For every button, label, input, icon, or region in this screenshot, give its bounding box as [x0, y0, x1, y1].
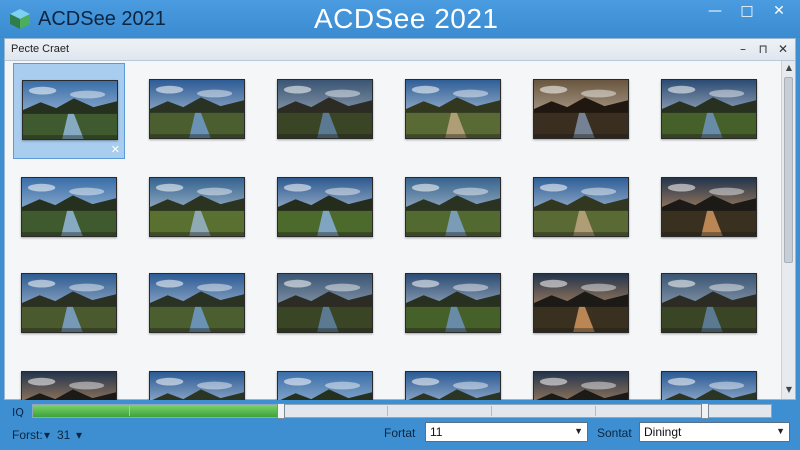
- thumbnail-cell[interactable]: [653, 257, 765, 353]
- thumbnail-cell[interactable]: [269, 161, 381, 257]
- thumbnail-cell[interactable]: [141, 63, 253, 159]
- thumbnail-cell[interactable]: ✕: [13, 63, 125, 159]
- format-select-value: 11: [430, 425, 443, 439]
- panel-close-icon[interactable]: ✕: [777, 41, 789, 57]
- title-bar: ACDSee 2021 ACDSee 2021 — □ ✕: [0, 0, 800, 38]
- thumbnail-image[interactable]: [533, 177, 629, 237]
- panel-pin-icon[interactable]: ⊓: [757, 41, 769, 57]
- sort-select-value: Diningt: [644, 425, 682, 439]
- browse-panel: Pecte Craet – ⊓ ✕ ✕ ▲ ▼: [4, 38, 796, 401]
- acdsee-logo-icon: [10, 9, 30, 29]
- thumbnail-cell[interactable]: [141, 355, 253, 401]
- minimize-button[interactable]: —: [702, 0, 728, 22]
- thumbnail-image[interactable]: [149, 273, 245, 333]
- thumbnail-image[interactable]: [149, 79, 245, 139]
- panel-title: Pecte Craet: [11, 43, 70, 55]
- panel-header: Pecte Craet – ⊓ ✕: [5, 39, 795, 61]
- font-value[interactable]: 31: [57, 428, 70, 442]
- zoom-slider[interactable]: [32, 403, 772, 419]
- thumbnail-cell[interactable]: [141, 161, 253, 257]
- thumbnail-cell[interactable]: [525, 257, 637, 353]
- thumbnail-cell[interactable]: [397, 257, 509, 353]
- bottom-bar: IQ Forst: ▾ 31 ▾ Fortat 11 ▼ Sontat Dini…: [0, 400, 800, 450]
- chevron-down-icon: ▼: [574, 426, 583, 436]
- zoom-tick: [387, 406, 388, 416]
- zoom-tick: [491, 406, 492, 416]
- font-value-arrow-icon[interactable]: ▾: [76, 428, 82, 442]
- window-controls: — □ ✕: [702, 0, 792, 22]
- thumbnail-cell[interactable]: [269, 63, 381, 159]
- thumbnail-image[interactable]: [277, 177, 373, 237]
- thumbnail-image[interactable]: [277, 79, 373, 139]
- zoom-secondary-handle[interactable]: [701, 403, 709, 419]
- thumbnail-cell[interactable]: [653, 355, 765, 401]
- sort-label: Sontat: [597, 426, 632, 440]
- window-title: ACDSee 2021: [314, 3, 499, 34]
- thumbnail-grid: ✕: [9, 63, 777, 401]
- panel-controls: – ⊓ ✕: [737, 41, 789, 57]
- thumbnail-image[interactable]: [277, 273, 373, 333]
- vertical-scrollbar[interactable]: ▲ ▼: [781, 61, 795, 399]
- thumbnail-image[interactable]: [277, 371, 373, 401]
- thumbnail-image[interactable]: [149, 177, 245, 237]
- thumbnail-image[interactable]: [661, 79, 757, 139]
- thumbnail-cell[interactable]: [397, 355, 509, 401]
- scroll-down-icon[interactable]: ▼: [782, 385, 796, 397]
- chevron-down-icon: ▼: [776, 426, 785, 436]
- thumbnail-cell[interactable]: [525, 161, 637, 257]
- thumbnail-image[interactable]: [533, 273, 629, 333]
- panel-minimize-icon[interactable]: –: [737, 41, 749, 57]
- format-label: Fortat: [384, 426, 416, 440]
- thumbnail-image[interactable]: [405, 371, 501, 401]
- thumbnail-cell[interactable]: [13, 257, 125, 353]
- acdsee-window: ACDSee 2021 ACDSee 2021 — □ ✕ Pecte Crae…: [0, 0, 800, 450]
- zoom-tick: [595, 406, 596, 416]
- thumbnail-cell[interactable]: [653, 63, 765, 159]
- thumbnail-image[interactable]: [21, 177, 117, 237]
- scroll-up-icon[interactable]: ▲: [782, 63, 796, 75]
- thumbnail-image[interactable]: [661, 371, 757, 401]
- thumbnail-cell[interactable]: [141, 257, 253, 353]
- thumbnail-image[interactable]: [405, 79, 501, 139]
- scroll-thumb[interactable]: [784, 77, 793, 263]
- thumbnail-image[interactable]: [533, 79, 629, 139]
- thumbnail-image[interactable]: [405, 273, 501, 333]
- thumbnail-image[interactable]: [405, 177, 501, 237]
- thumbnail-image[interactable]: [149, 371, 245, 401]
- thumbnail-image[interactable]: [21, 273, 117, 333]
- thumbnail-cell[interactable]: [13, 355, 125, 401]
- thumbnail-cell[interactable]: [269, 355, 381, 401]
- thumbnail-cell[interactable]: [269, 257, 381, 353]
- zoom-label: IQ: [12, 406, 24, 419]
- zoom-handle[interactable]: [277, 403, 285, 419]
- thumbnail-image[interactable]: [21, 371, 117, 401]
- sort-select[interactable]: Diningt ▼: [639, 422, 790, 442]
- font-label: Forst:: [12, 428, 43, 442]
- thumbnail-image[interactable]: [661, 273, 757, 333]
- thumbnail-close-icon[interactable]: ✕: [111, 143, 120, 156]
- thumbnail-cell[interactable]: [525, 63, 637, 159]
- thumbnail-image[interactable]: [661, 177, 757, 237]
- thumbnail-cell[interactable]: [525, 355, 637, 401]
- zoom-tick: [129, 406, 130, 416]
- app-name: ACDSee 2021: [38, 8, 166, 30]
- format-select[interactable]: 11 ▼: [425, 422, 588, 442]
- maximize-button[interactable]: □: [734, 0, 760, 22]
- thumbnail-image[interactable]: [533, 371, 629, 401]
- thumbnail-cell[interactable]: [397, 63, 509, 159]
- close-button[interactable]: ✕: [766, 0, 792, 22]
- thumbnail-image[interactable]: [22, 80, 118, 140]
- zoom-fill: [33, 405, 277, 417]
- thumbnail-cell[interactable]: [397, 161, 509, 257]
- thumbnail-cell[interactable]: [653, 161, 765, 257]
- thumbnail-cell[interactable]: [13, 161, 125, 257]
- font-dropdown-arrow-icon[interactable]: ▾: [44, 428, 50, 442]
